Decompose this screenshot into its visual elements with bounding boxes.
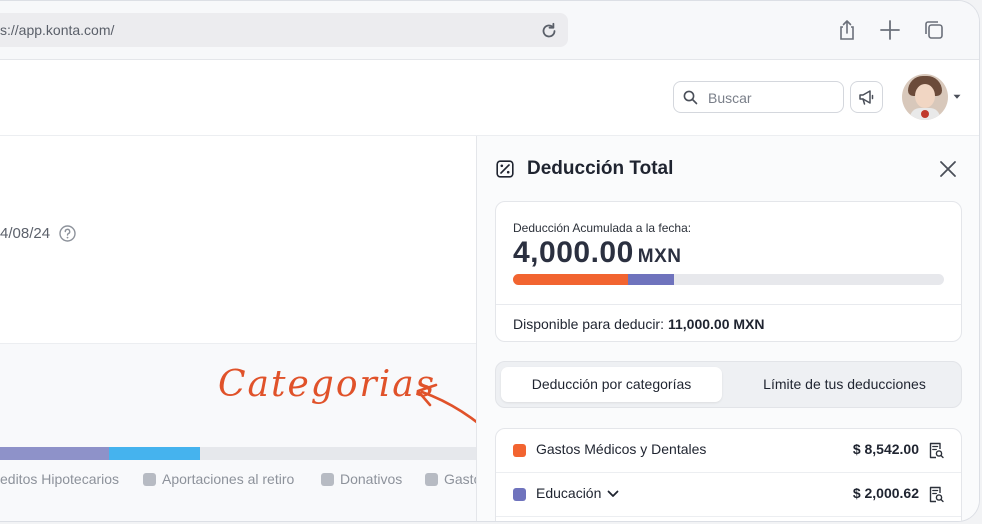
legend-label: Donativos: [340, 471, 403, 487]
avatar-face: [915, 84, 935, 108]
accumulated-progress-bar: [513, 274, 944, 285]
available-row: Disponible para deducir: 11,000.00 MXN: [513, 316, 765, 332]
progress-segment-education: [628, 274, 674, 285]
panel-tabs: Deducción por categorías Límite de tus d…: [495, 361, 962, 408]
search-icon: [683, 90, 698, 105]
category-amount: $ 8,542.00: [852, 441, 919, 457]
legend-label: Aportaciones al retiro: [162, 471, 295, 487]
panel-title: Deducción Total: [527, 158, 674, 179]
categories-stacked-bar: [0, 447, 476, 460]
category-color-swatch: [513, 488, 526, 501]
accumulated-value: 4,000.00: [513, 236, 634, 269]
list-item[interactable]: Gastos Médicos y Dentales $ 8,542.00: [496, 429, 961, 473]
legend-item: Aportaciones al retiro: [143, 471, 294, 487]
reload-icon[interactable]: [540, 22, 558, 40]
share-icon[interactable]: [836, 19, 858, 41]
list-item[interactable]: Educación $ 2,000.62: [496, 473, 961, 517]
app-window: s://app.konta.com/ Buscar 4/08/24 editos…: [0, 0, 980, 522]
browser-toolbar: s://app.konta.com/: [0, 1, 979, 60]
divider: [496, 304, 961, 305]
legend-swatch: [425, 473, 438, 486]
announcements-button[interactable]: [850, 81, 883, 113]
search-input[interactable]: [706, 82, 840, 114]
receipt-search-icon[interactable]: [929, 486, 944, 503]
megaphone-icon: [859, 90, 874, 105]
chevron-down-icon[interactable]: [953, 94, 961, 100]
legend-label: editos Hipotecarios: [0, 471, 120, 487]
app-header: [0, 60, 979, 136]
receipt-search-icon[interactable]: [929, 442, 944, 459]
url-field[interactable]: s://app.konta.com/: [0, 13, 568, 47]
legend-swatch: [143, 473, 156, 486]
avatar[interactable]: [902, 74, 948, 120]
bar-segment-credits: [0, 447, 109, 460]
tab-deduccion-por-categorias[interactable]: Deducción por categorías: [501, 367, 722, 402]
accumulated-currency: MXN: [637, 246, 682, 267]
category-amount: $ 2,000.62: [852, 485, 919, 501]
main-content: 4/08/24 editos Hipotecarios Aportaciones…: [0, 136, 481, 521]
category-list: Gastos Médicos y Dentales $ 8,542.00 Edu…: [495, 428, 962, 521]
category-color-swatch: [513, 444, 526, 457]
search-box[interactable]: [673, 81, 844, 114]
annotation-label: Categorias: [218, 364, 437, 405]
percent-icon: [496, 160, 514, 178]
new-tab-icon[interactable]: [879, 19, 901, 41]
category-label: Educación: [536, 485, 602, 501]
date-text: 4/08/24: [0, 225, 51, 242]
chevron-down-icon[interactable]: [607, 490, 619, 498]
category-label: Gastos Médicos y Dentales: [536, 441, 707, 457]
progress-segment-medical: [513, 274, 629, 285]
tab-limite-deducciones[interactable]: Límite de tus deducciones: [732, 367, 957, 402]
deduction-summary-card: Deducción Acumulada a la fecha: 4,000.00…: [495, 201, 962, 342]
deduction-panel: Deducción Total Deducción Acumulada a la…: [476, 136, 979, 521]
help-icon[interactable]: [59, 225, 76, 242]
avatar-accent: [921, 110, 929, 118]
accumulated-label: Deducción Acumulada a la fecha:: [513, 221, 692, 235]
bar-segment-retirement: [108, 447, 201, 460]
category-label-row: Educación: [536, 485, 619, 501]
legend-item: Gasto: [425, 471, 481, 487]
legend-swatch: [321, 473, 334, 486]
available-value: 11,000.00 MXN: [667, 316, 765, 332]
legend-item: editos Hipotecarios: [0, 471, 119, 487]
accumulated-amount: 4,000.00 MXN: [513, 236, 682, 270]
available-label: Disponible para deducir:: [513, 316, 664, 332]
tabs-overview-icon[interactable]: [923, 19, 945, 41]
close-icon[interactable]: [939, 160, 957, 178]
legend-item: Donativos: [321, 471, 402, 487]
